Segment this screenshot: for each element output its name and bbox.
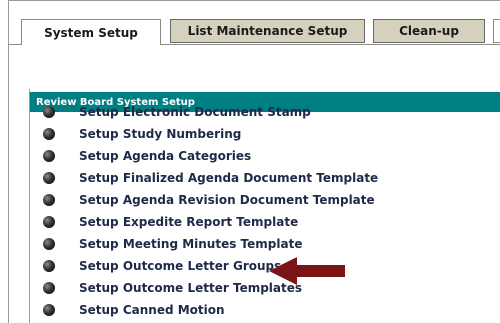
- bullet-icon: [43, 260, 55, 272]
- bullet-icon: [43, 128, 55, 140]
- list-item[interactable]: Setup Meeting Minutes Template: [30, 233, 500, 255]
- list-item[interactable]: Setup Study Numbering: [30, 123, 500, 145]
- tab-list-maintenance-setup[interactable]: List Maintenance Setup: [170, 19, 365, 43]
- main-frame: System Setup List Maintenance Setup Clea…: [8, 0, 500, 323]
- tab-system-setup[interactable]: System Setup: [21, 19, 161, 45]
- setup-item-label: Setup Agenda Categories: [79, 149, 252, 163]
- setup-item-label: Setup Expedite Report Template: [79, 215, 299, 229]
- tab-clean-up[interactable]: Clean-up: [373, 19, 485, 43]
- list-item[interactable]: Setup Agenda Revision Document Template: [30, 189, 500, 211]
- list-item[interactable]: Setup Canned Motion: [30, 299, 500, 321]
- setup-item-label: Setup Finalized Agenda Document Template: [79, 171, 379, 185]
- list-item[interactable]: Setup Outcome Letter Groups: [30, 255, 500, 277]
- setup-item-label: Setup Meeting Minutes Template: [79, 237, 303, 251]
- bullet-icon: [43, 194, 55, 206]
- setup-item-label: Setup Outcome Letter Groups: [79, 259, 282, 273]
- setup-item-label: Setup Study Numbering: [79, 127, 242, 141]
- active-tab-gap: [22, 44, 160, 45]
- tab-overflow[interactable]: [493, 19, 500, 43]
- list-item[interactable]: Setup Electronic Document Stamp: [30, 101, 500, 123]
- bullet-icon: [43, 150, 55, 162]
- setup-item-label: Setup Agenda Revision Document Template: [79, 193, 375, 207]
- setup-panel: Review Board System Setup Setup Electron…: [29, 89, 500, 323]
- list-item[interactable]: Setup Finalized Agenda Document Template: [30, 167, 500, 189]
- bullet-icon: [43, 106, 55, 118]
- setup-item-label: Setup Electronic Document Stamp: [79, 105, 311, 119]
- list-item[interactable]: Setup Agenda Categories: [30, 145, 500, 167]
- bullet-icon: [43, 238, 55, 250]
- bullet-icon: [43, 172, 55, 184]
- bullet-icon: [43, 304, 55, 316]
- bullet-icon: [43, 282, 55, 294]
- list-item[interactable]: Setup Outcome Letter Templates: [30, 277, 500, 299]
- setup-item-label: Setup Canned Motion: [79, 303, 225, 317]
- bullet-icon: [43, 216, 55, 228]
- list-item[interactable]: Setup Expedite Report Template: [30, 211, 500, 233]
- arrow-left-icon: [269, 257, 345, 285]
- tab-bar: System Setup List Maintenance Setup Clea…: [9, 1, 500, 45]
